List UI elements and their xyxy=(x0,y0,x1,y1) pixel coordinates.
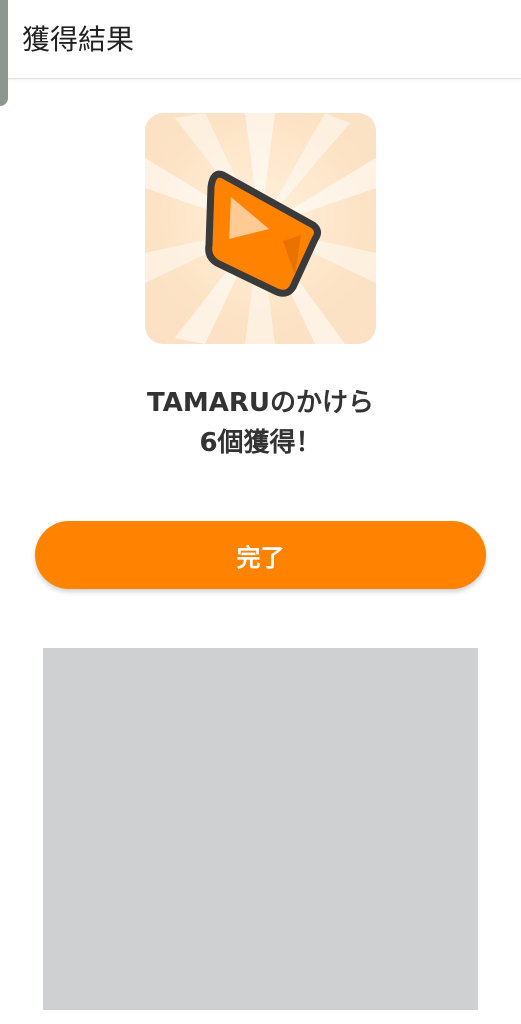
ad-placeholder xyxy=(43,648,478,1010)
complete-button-label: 完了 xyxy=(236,543,285,572)
result-screen: 獲得結果 TAMARUのかけら 6個獲得！ 完了 xyxy=(0,0,521,1024)
reward-item-name: TAMARUのかけら xyxy=(147,388,374,418)
reward-message: TAMARUのかけら 6個獲得！ xyxy=(0,383,521,463)
complete-button[interactable]: 完了 xyxy=(35,521,486,589)
orange-gem-icon xyxy=(145,113,376,344)
page-title: 獲得結果 xyxy=(22,23,135,56)
app-header: 獲得結果 xyxy=(0,0,521,79)
reward-image xyxy=(145,113,376,344)
side-edge-handle[interactable] xyxy=(0,0,8,106)
reward-count: 6個獲得！ xyxy=(199,428,322,458)
